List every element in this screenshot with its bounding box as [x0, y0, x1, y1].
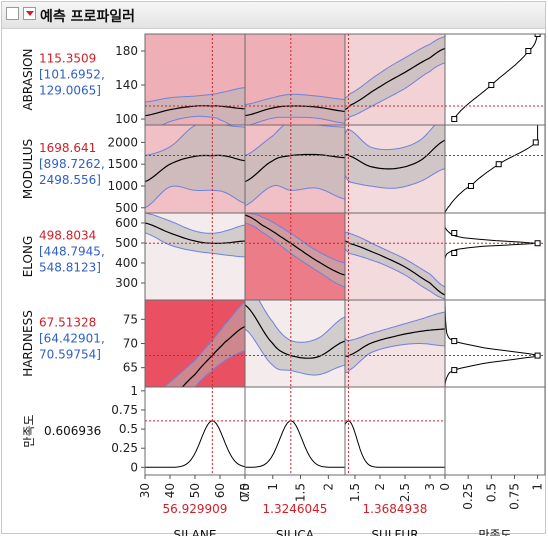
factor-name-sulfur: SULFUR: [371, 528, 418, 536]
profile-cell-elong-silica: [245, 213, 345, 300]
factor-setting-silane: 56.929909: [163, 502, 228, 516]
x-tick-label-silica: 0.5: [238, 483, 252, 502]
desirability-axis-label: 만족도: [478, 528, 511, 536]
y-tick-label-elong: 300: [115, 276, 138, 290]
response-value-modulus: 1698.641: [39, 141, 96, 155]
desirability-handle: [451, 367, 458, 374]
y-tick-label-hardness: 70: [123, 337, 138, 351]
desirability-handle: [525, 48, 532, 55]
x-tick-label-sulfur: 1.5: [348, 483, 362, 502]
y-tick-label-abrasion: 180: [115, 44, 138, 58]
cell-background: [245, 387, 345, 475]
y-tick-label-desirability: 1: [130, 384, 138, 398]
y-tick-label-hardness: 65: [123, 361, 138, 375]
desirability-trace-sulfur: [345, 387, 445, 475]
x-tick-label-sulfur: 2: [373, 483, 387, 491]
response-name-hardness: HARDNESS: [21, 310, 35, 377]
response-ci-high-hardness: 70.59754]: [39, 348, 101, 362]
prediction-profiler-chart: 100140180ABRASION 115.3509[101.6952,129.0…: [21, 33, 546, 536]
response-ci-low-modulus: [898.7262,: [39, 157, 105, 171]
cell-background: [345, 387, 445, 475]
response-ci-high-modulus: 2498.556]: [39, 173, 101, 187]
factor-name-silane: SILANE: [174, 528, 217, 536]
y-tick-label-abrasion: 100: [115, 112, 138, 126]
desirability-cell-modulus: [445, 125, 545, 213]
response-ci-low-abrasion: [101.6952,: [39, 68, 105, 82]
response-name-elong: ELONG: [21, 236, 35, 278]
desirability-handle: [451, 250, 458, 256]
response-value-hardness: 67.51328: [39, 316, 96, 330]
response-ci-high-abrasion: 129.0065]: [39, 84, 101, 98]
x-tick-label-silane: 30: [138, 483, 152, 498]
y-tick-label-elong: 600: [115, 216, 138, 230]
x-tick-label-sulfur: 2.5: [398, 483, 412, 502]
y-tick-label-modulus: 2000: [107, 135, 138, 149]
x-tick-label-silica: 2: [321, 483, 335, 491]
x-tick-label-silica: 1: [266, 483, 280, 491]
y-tick-label-elong: 400: [115, 256, 138, 270]
desirability-trace-silica: [245, 387, 345, 475]
desirability-cell-elong: [445, 213, 545, 300]
profile-cell-modulus-silica: [245, 125, 345, 213]
y-tick-label-modulus: 1500: [107, 157, 138, 171]
y-tick-label-elong: 500: [115, 236, 138, 250]
cell-border: [444, 386, 546, 476]
desirability-cell-hardness: [445, 300, 545, 387]
factor-setting-silica: 1.3246045: [263, 502, 328, 516]
x-tick-label-sulfur: 3: [423, 483, 437, 491]
desirability-handle: [534, 240, 541, 247]
x-tick-label-silane: 40: [163, 483, 177, 498]
response-value-abrasion: 115.3509: [39, 52, 96, 66]
response-name-abrasion: ABRASION: [21, 48, 35, 110]
profile-cell-elong-sulfur: [345, 213, 445, 300]
x-tick-label-desirability: 0.5: [484, 483, 498, 502]
x-tick-label-silica: 1.5: [294, 483, 308, 502]
response-value-elong: 498.8034: [39, 229, 96, 243]
factor-setting-sulfur: 1.3684938: [363, 502, 428, 516]
y-tick-label-abrasion: 140: [115, 78, 138, 92]
overall-desirability-value: 0.606936: [44, 424, 101, 438]
cell-background: [445, 213, 545, 300]
y-tick-label-desirability: 0: [130, 460, 138, 474]
desirability-cell-abrasion: [445, 34, 545, 125]
overall-desirability-label: 만족도: [22, 414, 36, 447]
desirability-handle: [495, 161, 502, 168]
x-tick-label-silane: 60: [213, 483, 227, 498]
profile-cell-abrasion-silane: [145, 34, 245, 125]
desirability-handle: [467, 182, 474, 189]
cell-background: [145, 387, 245, 475]
profile-cell-modulus-sulfur: [345, 125, 445, 213]
y-tick-label-modulus: 500: [115, 201, 138, 215]
desirability-handle: [451, 338, 458, 345]
x-tick-label-desirability: 0.75: [507, 483, 521, 510]
y-tick-label-desirability: 0.5: [119, 422, 138, 436]
cell-background: [445, 300, 545, 387]
desirability-handle: [488, 82, 495, 89]
profile-cell-abrasion-silica: [245, 34, 345, 125]
x-tick-label-silane: 50: [188, 483, 202, 498]
profile-cell-hardness-sulfur: [345, 300, 445, 387]
response-ci-high-elong: 548.8123]: [39, 261, 101, 275]
y-tick-label-desirability: 0.75: [111, 403, 138, 417]
factor-name-silica: SILICA: [276, 528, 315, 536]
x-tick-label-desirability: 0.25: [461, 483, 475, 510]
x-tick-label-desirability: 1: [531, 483, 545, 491]
profile-cell-elong-silane: [145, 213, 245, 300]
desirability-handle: [451, 116, 458, 123]
desirability-handle: [534, 352, 541, 359]
y-tick-label-modulus: 1000: [107, 179, 138, 193]
y-tick-label-desirability: 0.25: [111, 441, 138, 455]
x-tick-label-desirability: 0: [438, 483, 452, 491]
desirability-handle: [451, 230, 458, 236]
y-tick-label-hardness: 75: [123, 312, 138, 326]
desirability-trace-silane: [145, 387, 245, 475]
response-ci-low-elong: [448.7945,: [39, 245, 105, 259]
profile-cell-modulus-silane: [145, 125, 245, 213]
desirability-handle: [532, 139, 539, 146]
cell-background: [445, 125, 545, 213]
response-name-modulus: MODULUS: [21, 139, 35, 199]
profile-cell-abrasion-sulfur: [345, 34, 445, 125]
response-ci-low-hardness: [64.42901,: [39, 332, 105, 346]
